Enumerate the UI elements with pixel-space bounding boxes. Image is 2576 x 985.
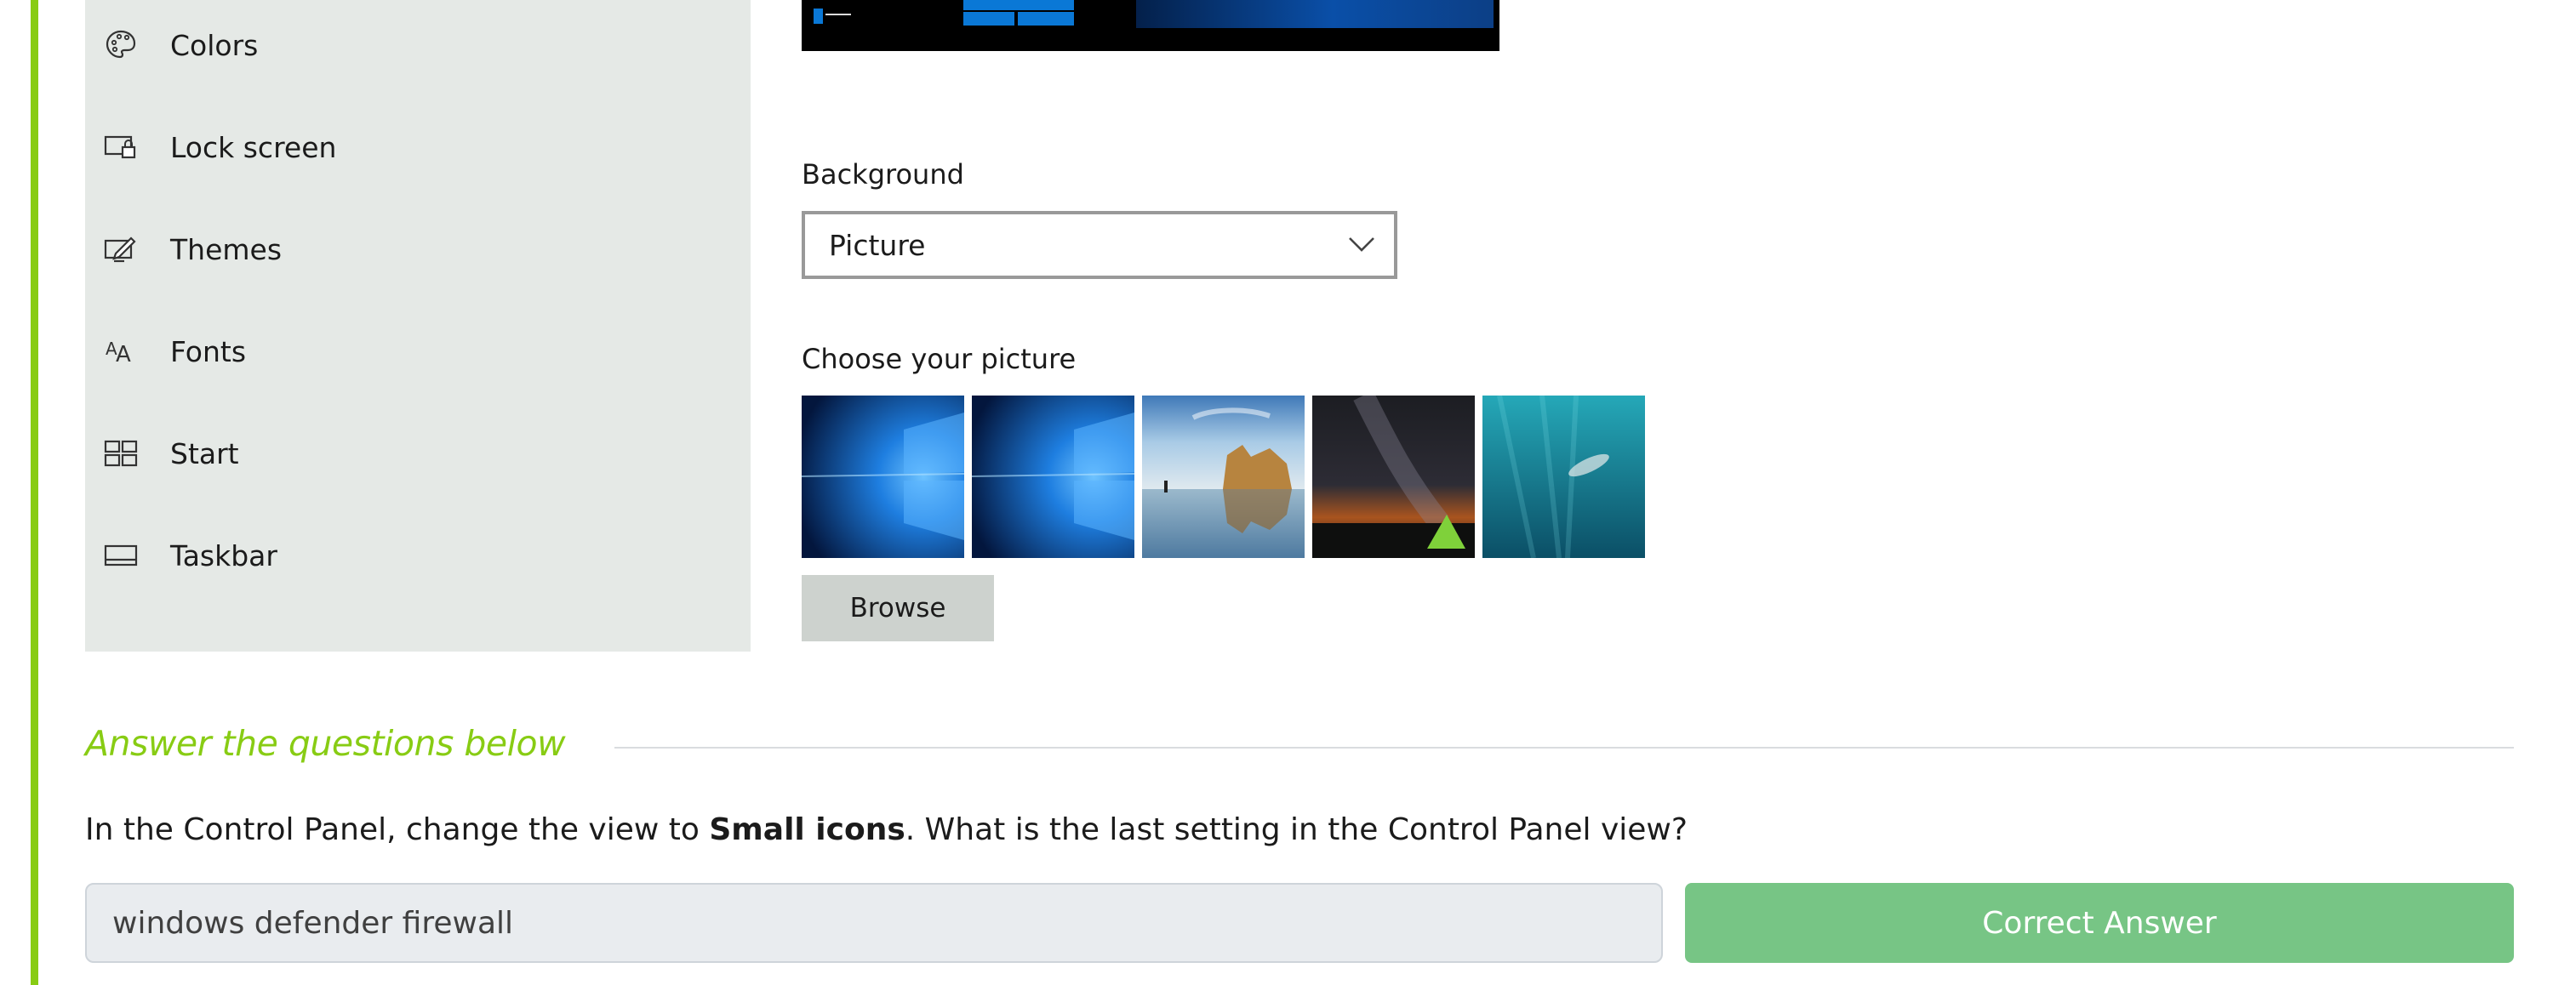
heading-divider	[614, 747, 2514, 749]
browse-button[interactable]: Browse	[802, 575, 994, 641]
sidebar-item-label: Taskbar	[170, 538, 277, 572]
answer-field[interactable]: windows defender firewall	[85, 883, 1663, 963]
start-tiles-icon	[102, 435, 140, 472]
sidebar-item-label: Fonts	[170, 334, 247, 368]
picture-thumbnail-windows-hero-2[interactable]	[972, 396, 1134, 558]
preview-wallpaper	[1136, 0, 1494, 28]
sidebar-item-fonts[interactable]: AA Fonts	[85, 309, 751, 394]
sidebar-item-taskbar[interactable]: Taskbar	[85, 513, 751, 598]
background-select[interactable]: Picture	[802, 211, 1397, 279]
background-select-value: Picture	[829, 228, 926, 262]
question-text-bold: Small icons	[709, 812, 905, 847]
question-text-end: . What is the last setting in the Contro…	[905, 812, 1688, 847]
picture-thumbnail-beach-rocks[interactable]	[1142, 396, 1305, 558]
choose-picture-label: Choose your picture	[802, 343, 1077, 375]
svg-text:A: A	[116, 342, 131, 367]
palette-icon	[102, 26, 140, 64]
fonts-icon: AA	[102, 333, 140, 370]
sidebar-item-label: Lock screen	[170, 130, 337, 164]
taskbar-icon	[102, 537, 140, 574]
sidebar-item-start[interactable]: Start	[85, 411, 751, 496]
background-label: Background	[802, 158, 964, 191]
question-text-start: In the Control Panel, change the view to	[85, 812, 710, 847]
settings-sidebar: Colors Lock screen Themes AA Fonts Start…	[85, 0, 751, 652]
questions-heading: Answer the questions below	[85, 723, 566, 764]
themes-brush-icon	[102, 231, 140, 268]
sidebar-item-themes[interactable]: Themes	[85, 207, 751, 292]
correct-answer-button[interactable]: Correct Answer	[1685, 883, 2514, 963]
sidebar-item-colors[interactable]: Colors	[85, 3, 751, 88]
picture-thumbnail-milky-way-tent[interactable]	[1312, 396, 1475, 558]
sidebar-item-label: Themes	[170, 232, 283, 266]
desktop-preview	[802, 0, 1499, 51]
question-text: In the Control Panel, change the view to…	[85, 812, 1688, 847]
picture-thumbnail-underwater-swimmer[interactable]	[1482, 396, 1645, 558]
sidebar-item-label: Start	[170, 436, 239, 470]
sidebar-item-label: Colors	[170, 28, 259, 62]
lock-screen-icon	[102, 128, 140, 166]
accent-bar	[31, 0, 38, 985]
sidebar-item-lock-screen[interactable]: Lock screen	[85, 105, 751, 190]
chevron-down-icon	[1349, 237, 1374, 252]
picture-thumbnail-windows-hero-1[interactable]	[802, 396, 964, 558]
